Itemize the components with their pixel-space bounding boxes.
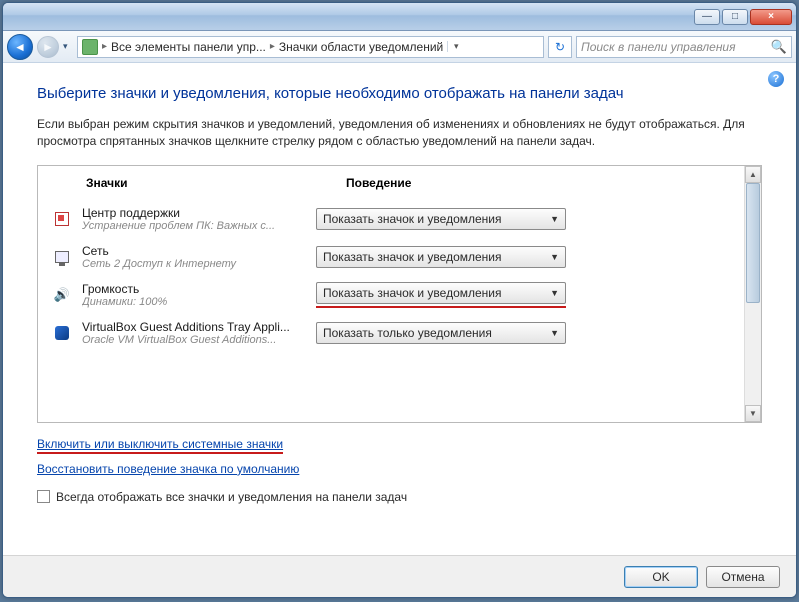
list-header: Значки Поведение: [52, 176, 730, 200]
virtualbox-icon: [52, 326, 72, 340]
close-button[interactable]: ×: [750, 9, 792, 25]
chevron-right-icon: ▸: [102, 41, 107, 52]
dropdown-value: Показать значок и уведомления: [323, 286, 502, 300]
chevron-down-icon: ▼: [550, 288, 559, 298]
page-title: Выберите значки и уведомления, которые н…: [37, 83, 762, 104]
minimize-button[interactable]: —: [694, 9, 720, 25]
nav-history-dropdown[interactable]: ▾: [63, 41, 73, 52]
item-subtext: Динамики: 100%: [82, 296, 306, 308]
page-description: Если выбран режим скрытия значков и увед…: [37, 116, 762, 151]
chevron-down-icon: ▼: [550, 252, 559, 262]
search-placeholder: Поиск в панели управления: [581, 40, 736, 54]
breadcrumb-item[interactable]: Все элементы панели упр...: [111, 40, 266, 54]
restore-defaults-link[interactable]: Восстановить поведение значка по умолчан…: [37, 462, 762, 476]
behavior-dropdown[interactable]: Показать значок и уведомления ▼: [316, 282, 566, 304]
item-name: Сеть: [82, 244, 306, 258]
always-show-checkbox-row: Всегда отображать все значки и уведомлен…: [37, 490, 762, 504]
address-bar: ◄ ► ▾ ▸ Все элементы панели упр... ▸ Зна…: [3, 31, 796, 63]
header-icons: Значки: [86, 176, 346, 190]
network-icon: [52, 251, 72, 263]
titlebar: — □ ×: [3, 3, 796, 31]
item-subtext: Устранение проблем ПК: Важных с...: [82, 220, 306, 232]
chevron-down-icon: ▼: [550, 328, 559, 338]
breadcrumb[interactable]: ▸ Все элементы панели упр... ▸ Значки об…: [77, 36, 544, 58]
checkbox-label: Всегда отображать все значки и уведомлен…: [56, 490, 407, 504]
dropdown-value: Показать только уведомления: [323, 326, 492, 340]
volume-icon: 🔊: [52, 287, 72, 303]
links-section: Включить или выключить системные значки …: [37, 437, 762, 476]
cancel-button[interactable]: Отмена: [706, 566, 780, 588]
chevron-right-icon: ▸: [270, 41, 275, 52]
chevron-down-icon: ▼: [550, 214, 559, 224]
icons-list-body: Значки Поведение Центр поддержки Устране…: [38, 166, 744, 422]
scroll-up-button[interactable]: ▲: [745, 166, 761, 183]
header-behavior: Поведение: [346, 176, 730, 190]
highlight-underline: [316, 306, 566, 308]
scrollbar[interactable]: ▲ ▼: [744, 166, 761, 422]
item-name: Центр поддержки: [82, 206, 306, 220]
item-name: Громкость: [82, 282, 306, 296]
behavior-dropdown[interactable]: Показать значок и уведомления ▼: [316, 208, 566, 230]
ok-button[interactable]: OK: [624, 566, 698, 588]
breadcrumb-item[interactable]: Значки области уведомлений: [279, 40, 443, 54]
system-icons-link[interactable]: Включить или выключить системные значки: [37, 437, 283, 451]
refresh-icon: ↻: [555, 40, 565, 54]
search-icon: 🔍: [771, 39, 787, 55]
item-subtext: Oracle VM VirtualBox Guest Additions...: [82, 334, 306, 346]
control-panel-window: — □ × ◄ ► ▾ ▸ Все элементы панели упр...…: [2, 2, 797, 598]
list-item: Центр поддержки Устранение проблем ПК: В…: [52, 200, 730, 238]
maximize-button[interactable]: □: [722, 9, 748, 25]
dropdown-value: Показать значок и уведомления: [323, 250, 502, 264]
action-center-icon: [52, 212, 72, 226]
dropdown-value: Показать значок и уведомления: [323, 212, 502, 226]
search-input[interactable]: Поиск в панели управления 🔍: [576, 36, 792, 58]
list-item: Сеть Сеть 2 Доступ к Интернету Показать …: [52, 238, 730, 276]
arrow-left-icon: ◄: [14, 40, 26, 54]
address-dropdown[interactable]: ▾: [447, 41, 461, 52]
arrow-right-icon: ►: [42, 40, 54, 54]
control-panel-icon: [82, 39, 98, 55]
scroll-down-button[interactable]: ▼: [745, 405, 761, 422]
behavior-dropdown[interactable]: Показать значок и уведомления ▼: [316, 246, 566, 268]
list-item: VirtualBox Guest Additions Tray Appli...…: [52, 314, 730, 352]
highlight-underline: Включить или выключить системные значки: [37, 437, 283, 454]
always-show-checkbox[interactable]: [37, 490, 50, 503]
scroll-thumb[interactable]: [746, 183, 760, 303]
nav-forward-button[interactable]: ►: [37, 36, 59, 58]
content-area: ? Выберите значки и уведомления, которые…: [3, 63, 796, 555]
item-name: VirtualBox Guest Additions Tray Appli...: [82, 320, 306, 334]
help-icon[interactable]: ?: [768, 71, 784, 87]
item-subtext: Сеть 2 Доступ к Интернету: [82, 258, 306, 270]
dialog-footer: OK Отмена: [3, 555, 796, 597]
refresh-button[interactable]: ↻: [548, 36, 572, 58]
behavior-dropdown[interactable]: Показать только уведомления ▼: [316, 322, 566, 344]
icons-list-frame: Значки Поведение Центр поддержки Устране…: [37, 165, 762, 423]
nav-back-button[interactable]: ◄: [7, 34, 33, 60]
list-item: 🔊 Громкость Динамики: 100% Показать знач…: [52, 276, 730, 314]
